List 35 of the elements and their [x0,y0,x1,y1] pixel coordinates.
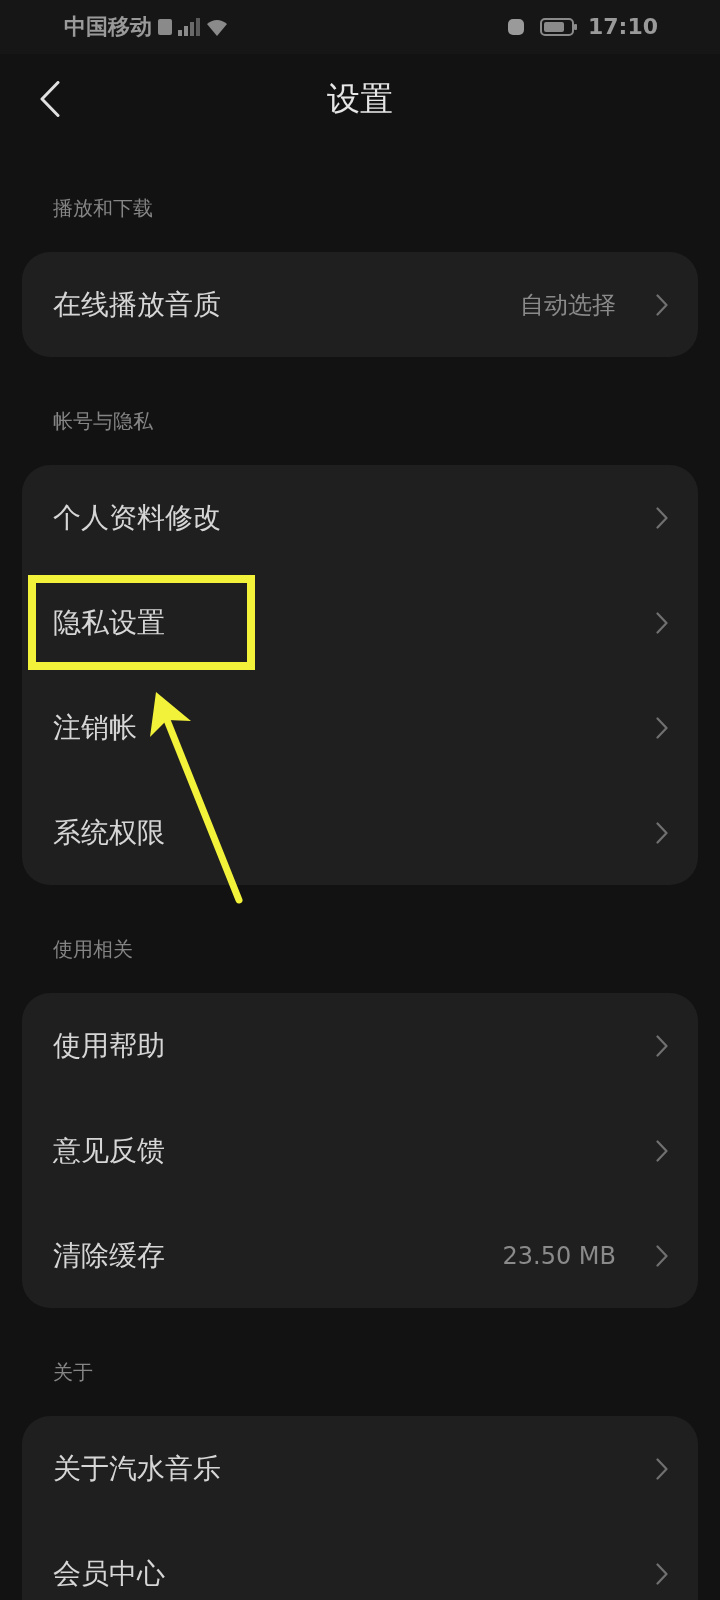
page-title: 设置 [327,78,393,120]
notification-icon [507,19,524,35]
clock-time: 17:10 [587,13,658,41]
section-title: 使用相关 [53,936,133,963]
section-title: 关于 [53,1359,93,1386]
carrier-name: 中国移动 [64,13,152,41]
chevron-right-icon [656,611,668,634]
setting-label[interactable]: 会员中心 [53,1554,165,1593]
setting-label[interactable]: 隐私设置 [53,603,165,642]
setting-label[interactable]: 意见反馈 [53,1131,165,1170]
sim-card-icon [158,19,172,35]
chevron-right-icon [656,716,668,739]
wifi-icon [206,18,228,36]
setting-label[interactable]: 注销帐 [53,708,137,747]
chevron-right-icon [656,1457,668,1480]
setting-label[interactable]: 关于汽水音乐 [53,1449,221,1488]
setting-value: 23.50 MB [502,1240,616,1272]
section-title: 播放和下载 [53,195,153,222]
chevron-right-icon [656,1034,668,1057]
chevron-right-icon [656,821,668,844]
chevron-right-icon [656,506,668,529]
chevron-right-icon [656,293,668,316]
chevron-left-icon [40,81,60,117]
setting-value: 自动选择 [520,289,616,321]
battery-icon [539,18,578,36]
setting-label[interactable]: 系统权限 [53,813,165,852]
chevron-right-icon [656,1244,668,1267]
chevron-right-icon [656,1562,668,1585]
signal-icon [178,18,200,36]
setting-label[interactable]: 清除缓存 [53,1236,165,1275]
setting-label[interactable]: 个人资料修改 [53,498,221,537]
chevron-right-icon [656,1139,668,1162]
setting-label[interactable]: 在线播放音质 [53,285,221,324]
setting-label[interactable]: 使用帮助 [53,1026,165,1065]
section-title: 帐号与隐私 [53,408,153,435]
